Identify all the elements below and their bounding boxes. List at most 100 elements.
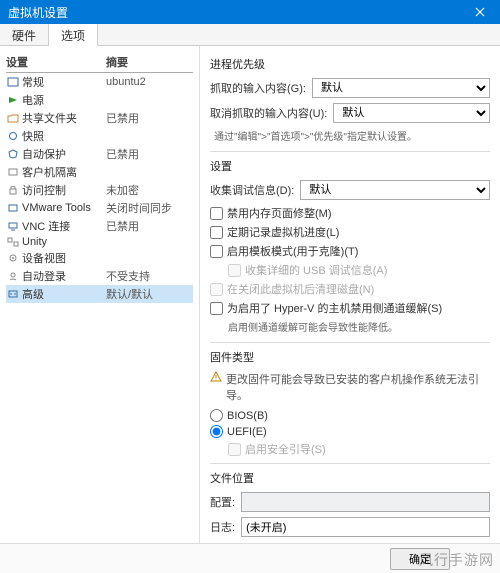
row-auto-protect[interactable]: 自动保护 已禁用 (6, 145, 193, 163)
row-summary: 已禁用 (106, 218, 193, 234)
row-label: 自动保护 (22, 146, 106, 162)
log-input[interactable] (241, 517, 490, 537)
row-shared-folders[interactable]: 共享文件夹 已禁用 (6, 109, 193, 127)
row-summary: 已禁用 (106, 146, 193, 162)
row-power[interactable]: 电源 (6, 91, 193, 109)
divider (210, 463, 490, 464)
radio-uefi-label: UEFI(E) (227, 426, 267, 438)
cb-clean-disk-label: 在关闭此虚拟机后清理磁盘(N) (227, 281, 374, 297)
cb-hyperv-label: 为启用了 Hyper-V 的主机禁用侧通道缓解(S) (227, 300, 442, 316)
cb-template[interactable] (210, 245, 223, 258)
cb-usb-debug (228, 264, 241, 277)
radio-bios-label: BIOS(B) (227, 410, 268, 422)
log-label: 日志: (210, 519, 235, 535)
row-label: 共享文件夹 (22, 110, 106, 126)
grabbed-label: 抓取的输入内容(G): (210, 80, 306, 96)
hyperv-hint: 启用侧通道缓解可能会导致性能降低。 (228, 319, 490, 334)
tools-icon (6, 202, 20, 214)
titlebar: 虚拟机设置 (0, 0, 500, 24)
cb-log-progress[interactable] (210, 226, 223, 239)
row-label: VNC 连接 (22, 218, 106, 234)
process-priority-title: 进程优先级 (210, 56, 490, 72)
grabbed-select[interactable]: 默认 (312, 78, 490, 98)
divider (210, 151, 490, 152)
device-icon (6, 252, 20, 264)
radio-uefi[interactable] (210, 425, 223, 438)
settings-title: 设置 (210, 158, 490, 174)
row-summary: 默认/默认 (106, 286, 193, 302)
row-label: 电源 (22, 92, 106, 108)
config-label: 配置: (210, 494, 235, 510)
row-vnc[interactable]: VNC 连接 已禁用 (6, 217, 193, 235)
divider (210, 342, 490, 343)
priority-hint: 通过"编辑">"首选项">"优先级"指定默认设置。 (214, 128, 490, 143)
row-summary: ubuntu2 (106, 76, 193, 88)
ungrabbed-label: 取消抓取的输入内容(U): (210, 105, 327, 121)
close-button[interactable] (460, 0, 500, 24)
tab-hardware[interactable]: 硬件 (0, 24, 49, 45)
row-summary: 已禁用 (106, 110, 193, 126)
row-label: 访问控制 (22, 182, 106, 198)
advanced-icon (6, 288, 20, 300)
row-access-control[interactable]: 访问控制 未加密 (6, 181, 193, 199)
firmware-title: 固件类型 (210, 349, 490, 365)
unity-icon (6, 236, 20, 248)
row-label: 设备视图 (22, 250, 106, 266)
firmware-warning: 更改固件可能会导致已安装的客户机操作系统无法引导。 (226, 371, 490, 403)
row-vmware-tools[interactable]: VMware Tools 关闭时间同步 (6, 199, 193, 217)
close-icon (475, 7, 485, 17)
ungrabbed-select[interactable]: 默认 (333, 103, 490, 123)
cb-clean-disk (210, 283, 223, 296)
row-summary: 不受支持 (106, 268, 193, 284)
snapshot-icon (6, 130, 20, 142)
cb-secure-boot (228, 443, 241, 456)
row-snapshot[interactable]: 快照 (6, 127, 193, 145)
row-label: 客户机隔离 (22, 164, 106, 180)
cb-usb-debug-label: 收集详细的 USB 调试信息(A) (245, 262, 387, 278)
tabs: 硬件 选项 (0, 24, 500, 46)
general-icon (6, 76, 20, 88)
ok-button[interactable]: 确定 (390, 548, 450, 570)
cb-mem-trim-label: 禁用内存页面修整(M) (227, 205, 332, 221)
footer: 确定 (0, 543, 500, 573)
left-header: 设置 摘要 (6, 52, 193, 73)
row-autologin[interactable]: 自动登录 不受支持 (6, 267, 193, 285)
row-label: 快照 (22, 128, 106, 144)
row-label: VMware Tools (22, 202, 106, 214)
cb-log-progress-label: 定期记录虚拟机进度(L) (227, 224, 339, 240)
isolation-icon (6, 166, 20, 178)
left-panel: 设置 摘要 常规 ubuntu2 电源 共享文件夹 已禁用 快照 自动保护 已禁… (0, 46, 200, 543)
row-guest-isolation[interactable]: 客户机隔离 (6, 163, 193, 181)
cb-secure-boot-label: 启用安全引导(S) (245, 441, 326, 457)
row-label: 高级 (22, 286, 106, 302)
warning-icon (210, 371, 222, 386)
col-setting: 设置 (6, 54, 106, 70)
shield-icon (6, 148, 20, 160)
cb-mem-trim[interactable] (210, 207, 223, 220)
row-summary: 未加密 (106, 182, 193, 198)
row-device-view[interactable]: 设备视图 (6, 249, 193, 267)
row-label: 自动登录 (22, 268, 106, 284)
folder-icon (6, 112, 20, 124)
right-panel: 进程优先级 抓取的输入内容(G): 默认 取消抓取的输入内容(U): 默认 通过… (200, 46, 500, 543)
radio-bios[interactable] (210, 409, 223, 422)
autologin-icon (6, 270, 20, 282)
row-summary: 关闭时间同步 (106, 200, 193, 216)
col-summary: 摘要 (106, 54, 193, 70)
row-label: Unity (22, 236, 106, 248)
row-advanced[interactable]: 高级 默认/默认 (6, 285, 193, 303)
lock-icon (6, 184, 20, 196)
row-label: 常规 (22, 74, 106, 90)
cb-hyperv[interactable] (210, 302, 223, 315)
row-general[interactable]: 常规 ubuntu2 (6, 73, 193, 91)
row-unity[interactable]: Unity (6, 235, 193, 249)
vnc-icon (6, 220, 20, 232)
cb-template-label: 启用模板模式(用于克隆)(T) (227, 243, 358, 259)
file-location-title: 文件位置 (210, 470, 490, 486)
debug-label: 收集调试信息(D): (210, 182, 294, 198)
tab-options[interactable]: 选项 (49, 24, 98, 46)
debug-select[interactable]: 默认 (300, 180, 490, 200)
power-icon (6, 94, 20, 106)
window-title: 虚拟机设置 (8, 4, 68, 21)
config-input[interactable] (241, 492, 490, 512)
